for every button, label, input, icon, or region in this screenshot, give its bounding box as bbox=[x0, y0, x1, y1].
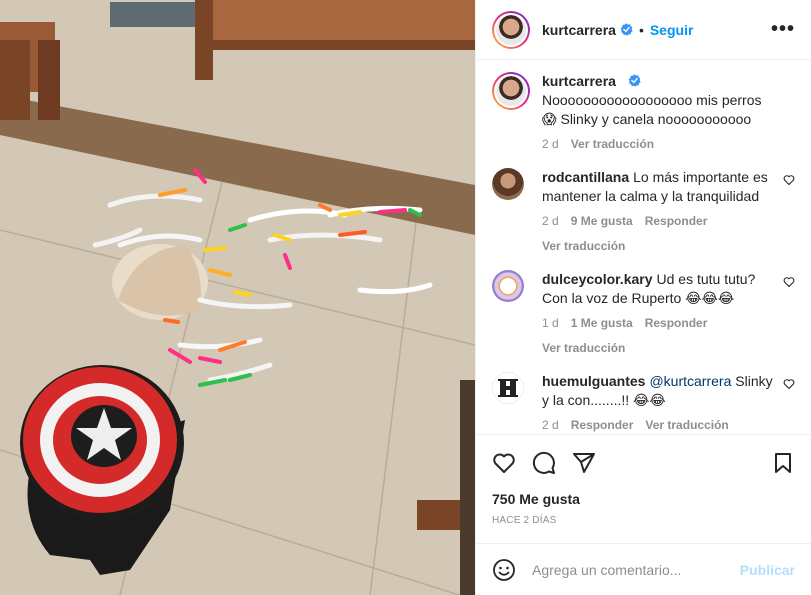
comments-list[interactable]: kurtcarrera Noooooooooooooooooo mis perr… bbox=[476, 60, 811, 434]
caption-text: Noooooooooooooooooo mis perros 😱 Slinky … bbox=[542, 92, 762, 127]
save-bookmark-icon[interactable] bbox=[771, 451, 795, 475]
reply-link[interactable]: Responder bbox=[571, 416, 634, 434]
caption-age: 2 d bbox=[542, 137, 559, 151]
huemul-logo-icon bbox=[498, 379, 518, 397]
comment-username[interactable]: huemulguantes bbox=[542, 373, 645, 389]
comment-age: 1 d bbox=[542, 316, 559, 330]
post-actions: 750 Me gusta HACE 2 DÍAS bbox=[476, 434, 811, 526]
reply-link[interactable]: Responder bbox=[645, 314, 708, 333]
translate-link[interactable]: Ver traducción bbox=[542, 339, 777, 358]
verified-badge-icon bbox=[628, 74, 641, 87]
comment-item: huemulguantes @kurtcarrera Slinky y la co… bbox=[492, 372, 795, 434]
comment-likes[interactable]: 1 Me gusta bbox=[571, 314, 633, 333]
reply-link[interactable]: Responder bbox=[645, 212, 708, 231]
likes-count[interactable]: 750 Me gusta bbox=[492, 491, 795, 507]
caption: kurtcarrera Noooooooooooooooooo mis perr… bbox=[492, 72, 795, 154]
author-username[interactable]: kurtcarrera bbox=[542, 22, 616, 38]
post-side-panel: kurtcarrera • Seguir ••• kurtcarrera Noo… bbox=[475, 0, 811, 595]
share-paper-plane-icon[interactable] bbox=[572, 451, 596, 475]
comment-likes[interactable]: 9 Me gusta bbox=[571, 212, 633, 231]
post-photo[interactable] bbox=[0, 0, 475, 595]
caption-username[interactable]: kurtcarrera bbox=[542, 73, 616, 89]
post-header: kurtcarrera • Seguir ••• bbox=[476, 0, 811, 60]
translate-link[interactable]: Ver traducción bbox=[645, 416, 728, 434]
comment-username[interactable]: dulceycolor.kary bbox=[542, 271, 653, 287]
commenter-avatar[interactable] bbox=[492, 372, 524, 404]
post-date: HACE 2 DÍAS bbox=[492, 515, 557, 526]
header-separator: • bbox=[638, 21, 644, 38]
verified-badge-icon bbox=[620, 23, 633, 36]
commenter-avatar[interactable] bbox=[492, 270, 524, 302]
more-options-icon[interactable]: ••• bbox=[771, 18, 795, 41]
caption-avatar[interactable] bbox=[492, 72, 530, 110]
comment-item: dulceycolor.kary Ud es tutu tutu? Con la … bbox=[492, 270, 795, 358]
follow-button[interactable]: Seguir bbox=[650, 22, 694, 38]
translate-link[interactable]: Ver traducción bbox=[542, 237, 777, 256]
comment-input[interactable] bbox=[532, 561, 740, 578]
author-avatar[interactable] bbox=[492, 10, 530, 49]
post-image bbox=[0, 0, 475, 595]
commenter-avatar[interactable] bbox=[492, 168, 524, 200]
comment-bubble-icon[interactable] bbox=[532, 451, 556, 475]
comment-age: 2 d bbox=[542, 418, 559, 432]
publish-button[interactable]: Publicar bbox=[740, 562, 795, 578]
comment-username[interactable]: rodcantillana bbox=[542, 169, 629, 185]
emoji-icon[interactable] bbox=[492, 558, 516, 582]
comment-mention[interactable]: @kurtcarrera bbox=[649, 373, 731, 389]
like-comment-heart-icon[interactable] bbox=[783, 174, 795, 186]
add-comment-bar: Publicar bbox=[476, 543, 811, 595]
like-comment-heart-icon[interactable] bbox=[783, 378, 795, 390]
comment-age: 2 d bbox=[542, 214, 559, 228]
comment-item: rodcantillana Lo más importante es manten… bbox=[492, 168, 795, 256]
caption-translate-link[interactable]: Ver traducción bbox=[571, 135, 654, 154]
like-heart-icon[interactable] bbox=[492, 451, 516, 475]
like-comment-heart-icon[interactable] bbox=[783, 276, 795, 288]
